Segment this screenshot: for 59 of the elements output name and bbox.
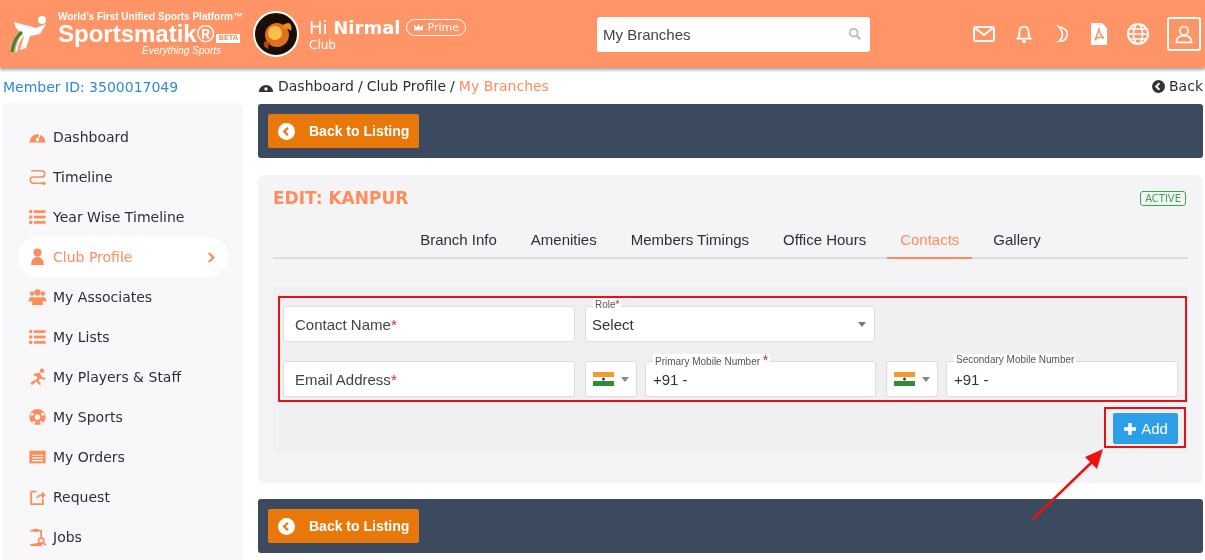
- member-id: Member ID: 3500017049: [2, 78, 180, 97]
- sidebar-item[interactable]: Request: [18, 477, 228, 517]
- runner-icon: [28, 368, 47, 386]
- globe-icon[interactable]: [1126, 22, 1150, 46]
- country-select[interactable]: [886, 361, 938, 397]
- users-icon: [28, 288, 47, 306]
- breadcrumb-link[interactable]: Dashboard: [278, 78, 354, 94]
- field-label: Secondary Mobile Number: [954, 354, 1077, 366]
- user-role: Club: [309, 37, 337, 52]
- country-select[interactable]: [585, 361, 637, 397]
- sidebar-item[interactable]: My Associates: [18, 277, 228, 317]
- list-icon: [28, 208, 47, 226]
- input-field[interactable]: Contact Name*: [283, 306, 575, 342]
- orders-icon: [28, 448, 47, 466]
- sidebar-item[interactable]: My Orders: [18, 437, 228, 477]
- crown-icon: [413, 22, 425, 32]
- user-icon: [28, 248, 47, 266]
- ball-icon: [28, 408, 47, 426]
- breadcrumb-separator: /: [450, 78, 455, 94]
- slogan: Everything Sports: [142, 46, 221, 56]
- flag-icon: [593, 372, 614, 386]
- tab[interactable]: Branch Info: [407, 225, 510, 257]
- sidebar-item[interactable]: Timeline: [18, 157, 228, 197]
- caret-icon: [621, 376, 629, 382]
- sidebar-item[interactable]: My Lists: [18, 317, 228, 357]
- caret-icon: [922, 376, 930, 382]
- greeting: Hi Nirmal: [309, 16, 401, 38]
- tab[interactable]: Gallery: [980, 225, 1054, 257]
- tab[interactable]: Members Timings: [617, 225, 763, 257]
- field-label: Primary Mobile Number *: [653, 354, 771, 368]
- tab[interactable]: Office Hours: [770, 225, 880, 257]
- sidebar-item[interactable]: Dashboard: [18, 117, 228, 157]
- brand-name: Sportsmatik®: [58, 22, 215, 46]
- list-icon: [28, 328, 47, 346]
- plus-icon: [1123, 421, 1138, 436]
- tab[interactable]: Amenities: [517, 225, 610, 257]
- search-icon: [848, 27, 862, 41]
- breadcrumb-link[interactable]: Club Profile: [366, 78, 447, 94]
- sidebar-item[interactable]: Year Wise Timeline: [18, 197, 228, 237]
- sidebar-item[interactable]: Jobs: [18, 517, 228, 557]
- sidebar-item[interactable]: My Sports: [18, 397, 228, 437]
- breadcrumb-current: My Branches: [458, 78, 549, 94]
- input-field[interactable]: Email Address*: [283, 361, 575, 397]
- profile-button[interactable]: [1167, 17, 1201, 51]
- user-icon: [1174, 23, 1194, 45]
- status-badge: ACTIVE: [1140, 190, 1186, 206]
- pdf-file-icon[interactable]: [1089, 22, 1109, 46]
- back-link[interactable]: Back: [1152, 78, 1203, 94]
- caret-icon: [858, 321, 866, 327]
- search-field[interactable]: My Branches: [597, 16, 870, 52]
- field-label: Role*: [593, 299, 622, 311]
- card-title: EDIT: KANPUR: [273, 188, 409, 208]
- route-icon: [28, 168, 47, 186]
- chevron-icon: [207, 250, 216, 264]
- share-icon: [28, 488, 47, 506]
- tagline: World’s First Unified Sports Platform™: [58, 12, 243, 22]
- sidebar-item[interactable]: My Players & Staff: [18, 357, 228, 397]
- breadcrumb-separator: /: [357, 78, 363, 94]
- flag-icon: [894, 372, 915, 386]
